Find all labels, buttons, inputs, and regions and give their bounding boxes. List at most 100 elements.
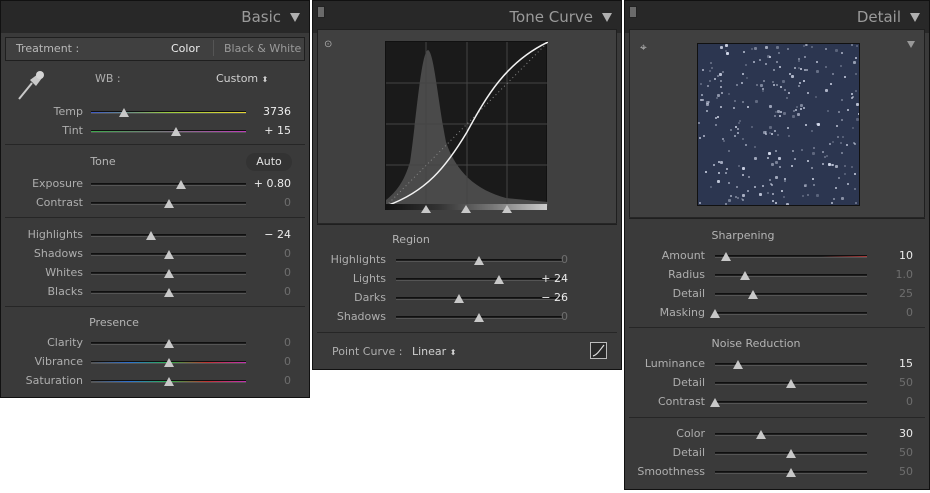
tint-slider-track[interactable] [91,127,246,136]
crosshair-icon[interactable]: ⌖ [640,40,647,55]
amount-value[interactable]: 10 [899,249,913,262]
vibrance-slider-track[interactable] [91,358,246,367]
clarity-value[interactable]: 0 [284,336,291,349]
eyedropper-icon[interactable] [14,68,48,104]
color-detail-slider-thumb[interactable] [786,449,796,458]
tc-shadows-slider-row[interactable]: Shadows 0 [313,310,621,326]
blacks-value[interactable]: 0 [284,285,291,298]
smoothness-slider-track[interactable] [715,468,867,477]
shadows-slider-thumb[interactable] [163,250,174,259]
luminance-detail-value[interactable]: 50 [899,376,913,389]
vibrance-value[interactable]: 0 [284,355,291,368]
targeted-adjustment-icon[interactable]: ⊙ [324,39,332,50]
clarity-slider-row[interactable]: Clarity 0 [1,336,309,352]
luminance-contrast-slider-thumb[interactable] [710,398,720,407]
luminance-detail-slider-row[interactable]: Detail 50 [625,376,929,392]
treatment-color-option[interactable]: Color [171,42,200,55]
color-detail-slider-row[interactable]: Detail 50 [625,446,929,462]
smoothness-slider-row[interactable]: Smoothness 50 [625,465,929,481]
split-point-handle[interactable] [461,205,471,213]
tc-highlights-slider-row[interactable]: Highlights 0 [313,253,621,269]
contrast-slider-row[interactable]: Contrast 0 [1,196,309,212]
tc-darks-slider-thumb[interactable] [454,294,465,303]
shadows-value[interactable]: 0 [284,247,291,260]
contrast-slider-track[interactable] [91,199,246,208]
exposure-slider-row[interactable]: Exposure + 0.80 [1,177,309,193]
tc-darks-slider-row[interactable]: Darks − 26 [313,291,621,307]
temp-slider-row[interactable]: Temp 3736 [1,105,309,121]
highlights-value[interactable]: − 24 [264,228,291,241]
tc-lights-value[interactable]: + 24 [541,272,568,285]
temp-slider-thumb[interactable] [118,108,129,117]
color-detail-value[interactable]: 50 [899,446,913,459]
tc-shadows-slider-track[interactable] [396,313,562,322]
tint-slider-thumb[interactable] [171,127,182,136]
exposure-slider-thumb[interactable] [175,180,186,189]
luminance-contrast-slider-row[interactable]: Contrast 0 [625,395,929,411]
luminance-contrast-value[interactable]: 0 [906,395,913,408]
whites-slider-row[interactable]: Whites 0 [1,266,309,282]
shadows-slider-row[interactable]: Shadows 0 [1,247,309,263]
panel-switch-icon[interactable] [629,6,637,18]
point-curve-dropdown[interactable]: Linear ⬍ [412,345,456,358]
masking-slider-row[interactable]: Masking 0 [625,306,929,322]
treatment-bw-option[interactable]: Black & White [224,42,301,55]
tone-curve-svg[interactable] [386,42,548,206]
exposure-slider-track[interactable] [91,180,246,189]
saturation-value[interactable]: 0 [284,374,291,387]
sharpen-detail-value[interactable]: 25 [899,287,913,300]
basic-panel-header[interactable]: Basic [1,1,309,33]
tc-lights-slider-row[interactable]: Lights + 24 [313,272,621,288]
radius-slider-thumb[interactable] [740,271,751,280]
collapse-triangle-icon[interactable] [910,13,920,22]
vibrance-slider-row[interactable]: Vibrance 0 [1,355,309,371]
luminance-slider-thumb[interactable] [732,360,743,369]
collapse-triangle-icon[interactable] [602,13,612,22]
whites-slider-thumb[interactable] [163,269,174,278]
highlights-slider-thumb[interactable] [146,231,157,240]
amount-slider-row[interactable]: Amount 10 [625,249,929,265]
tint-value[interactable]: + 15 [264,124,291,137]
smoothness-value[interactable]: 50 [899,465,913,478]
smoothness-slider-thumb[interactable] [786,468,796,477]
tc-lights-slider-track[interactable] [396,275,562,284]
masking-value[interactable]: 0 [906,306,913,319]
clarity-slider-track[interactable] [91,339,246,348]
luminance-slider-row[interactable]: Luminance 15 [625,357,929,373]
luminance-slider-track[interactable] [715,360,867,369]
color-noise-value[interactable]: 30 [899,427,913,440]
contrast-value[interactable]: 0 [284,196,291,209]
amount-slider-thumb[interactable] [720,252,731,261]
sharpen-detail-slider-track[interactable] [715,290,867,299]
luminance-value[interactable]: 15 [899,357,913,370]
panel-switch-icon[interactable] [317,6,325,18]
highlights-slider-row[interactable]: Highlights − 24 [1,228,309,244]
radius-slider-track[interactable] [715,271,867,280]
temp-value[interactable]: 3736 [263,105,291,118]
saturation-slider-row[interactable]: Saturation 0 [1,374,309,390]
tc-darks-value[interactable]: − 26 [541,291,568,304]
blacks-slider-thumb[interactable] [163,288,174,297]
tc-darks-slider-track[interactable] [396,294,562,303]
radius-value[interactable]: 1.0 [896,268,914,281]
sharpen-detail-slider-thumb[interactable] [748,290,758,299]
color-noise-slider-track[interactable] [715,430,867,439]
luminance-detail-slider-track[interactable] [715,379,867,388]
luminance-contrast-slider-track[interactable] [710,398,867,407]
tc-shadows-value[interactable]: 0 [561,310,568,323]
color-noise-slider-row[interactable]: Color 30 [625,427,929,443]
tc-highlights-value[interactable]: 0 [561,253,568,266]
vibrance-slider-thumb[interactable] [163,358,174,367]
sharpen-detail-slider-row[interactable]: Detail 25 [625,287,929,303]
preview-menu-triangle-icon[interactable] [907,41,915,48]
amount-slider-track[interactable] [715,252,867,261]
tc-lights-slider-thumb[interactable] [493,275,504,284]
tc-highlights-slider-thumb[interactable] [474,256,484,265]
edit-point-curve-icon[interactable] [590,342,607,359]
split-point-handle[interactable] [501,205,512,213]
split-point-handle[interactable] [420,205,431,213]
clarity-slider-thumb[interactable] [163,339,174,348]
auto-tone-button[interactable]: Auto [246,153,292,171]
luminance-detail-slider-thumb[interactable] [786,379,796,388]
shadows-slider-track[interactable] [91,250,246,259]
